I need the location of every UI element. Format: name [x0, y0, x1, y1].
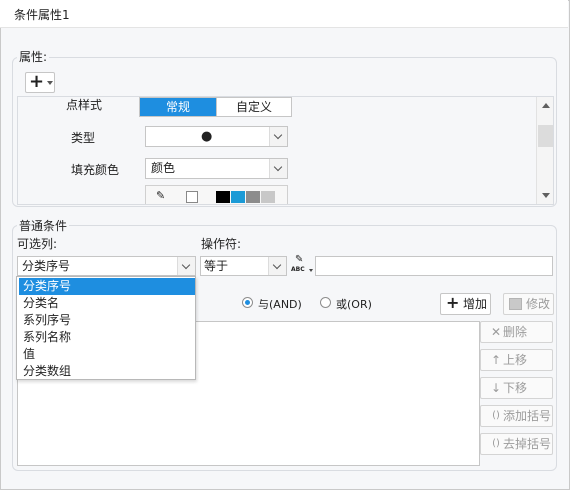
optional-columns-label: 可选列: — [17, 237, 58, 251]
formula-pen-icon: ✎ — [295, 254, 304, 265]
and-radio[interactable]: 与(AND) — [240, 294, 315, 312]
column-select-value: 分类序号 — [22, 259, 71, 273]
or-radio[interactable]: 或(OR) — [318, 294, 388, 312]
title-bar: 条件属性1 — [0, 0, 568, 28]
or-radio-indicator — [320, 297, 331, 308]
dropdown-option[interactable]: 系列名称 — [19, 329, 195, 346]
eyedropper-icon[interactable]: ✎ — [156, 190, 168, 202]
scroll-up-icon[interactable] — [542, 103, 550, 108]
color-palette: ✎ — [145, 185, 288, 204]
arrow-up-icon: ↑ — [490, 353, 502, 367]
delete-label: 删除 — [503, 325, 528, 339]
point-style-tabs: 常规 自定义 — [139, 97, 292, 117]
fill-color-label: 填充颜色 — [71, 163, 120, 177]
dropdown-option[interactable]: 系列序号 — [19, 312, 195, 329]
edit-icon — [509, 298, 522, 310]
remove-brackets-label: 去掉括号 — [503, 437, 552, 451]
chevron-down-icon — [177, 257, 195, 275]
vertical-scrollbar[interactable] — [536, 97, 553, 204]
operator-select-value: 等于 — [204, 259, 229, 273]
formula-icon-text: ABC — [291, 266, 305, 273]
type-label: 类型 — [71, 131, 96, 145]
and-radio-indicator — [242, 297, 253, 308]
properties-scroll-pane[interactable]: 点样式 常规 自定义 类型 ● 填充颜色 颜色 ✎ — [17, 96, 554, 205]
scroll-down-icon[interactable] — [542, 193, 550, 198]
move-up-label: 上移 — [503, 353, 528, 367]
dropdown-option[interactable]: 值 — [19, 346, 195, 363]
no-color-swatch[interactable] — [186, 191, 198, 203]
chevron-down-icon — [269, 127, 287, 146]
arrow-down-icon: ↓ — [490, 381, 502, 395]
dropdown-option[interactable]: 分类数组 — [19, 363, 195, 380]
dialog-title: 条件属性1 — [14, 8, 70, 22]
dot-marker-icon: ● — [201, 129, 213, 144]
delete-button[interactable]: ✕ 删除 — [480, 321, 553, 343]
color-swatch[interactable] — [246, 191, 260, 203]
and-radio-label: 与(AND) — [258, 298, 302, 311]
chevron-down-icon — [268, 257, 286, 275]
condition-value-input[interactable] — [315, 256, 553, 276]
remove-brackets-button[interactable]: () 去掉括号 — [480, 433, 553, 455]
dropdown-option[interactable]: 分类名 — [19, 295, 195, 312]
dropdown-option[interactable]: 分类序号 — [19, 278, 195, 295]
tab-custom[interactable]: 自定义 — [216, 98, 291, 116]
type-select[interactable]: ● — [145, 126, 288, 147]
add-condition-label: 增加 — [463, 297, 488, 311]
modify-condition-label: 修改 — [526, 297, 551, 311]
plus-icon: + — [446, 293, 460, 312]
add-property-dropdown[interactable]: + — [25, 71, 55, 93]
scroll-thumb[interactable] — [538, 125, 553, 147]
point-style-label: 点样式 — [66, 98, 103, 112]
modify-condition-button[interactable]: 修改 — [503, 293, 554, 315]
condition-group-label: 普通条件 — [17, 217, 70, 234]
tab-normal[interactable]: 常规 — [140, 98, 216, 116]
add-brackets-button[interactable]: () 添加括号 — [480, 405, 553, 427]
move-down-label: 下移 — [503, 381, 528, 395]
chevron-down-icon — [269, 159, 287, 178]
caret-down-icon — [47, 81, 53, 85]
move-up-button[interactable]: ↑ 上移 — [480, 349, 553, 371]
color-swatch[interactable] — [216, 191, 230, 203]
brackets-icon: () — [492, 410, 500, 421]
column-select[interactable]: 分类序号 — [17, 256, 196, 276]
fill-color-select[interactable]: 颜色 — [145, 158, 288, 179]
properties-group-label: 属性: — [17, 48, 50, 65]
move-down-button[interactable]: ↓ 下移 — [480, 377, 553, 399]
column-dropdown-list: 分类序号 分类名 系列序号 系列名称 值 分类数组 — [16, 276, 196, 380]
color-swatch[interactable] — [231, 191, 245, 203]
remove-brackets-icon: () — [492, 438, 500, 449]
color-swatch[interactable] — [261, 191, 275, 203]
operator-label: 操作符: — [201, 237, 242, 251]
plus-icon: + — [29, 71, 45, 92]
caret-down-icon — [309, 269, 313, 272]
or-radio-label: 或(OR) — [336, 298, 372, 311]
add-condition-button[interactable]: + 增加 — [440, 293, 491, 315]
operator-select[interactable]: 等于 — [200, 256, 287, 276]
add-brackets-label: 添加括号 — [503, 409, 552, 423]
fill-color-value: 颜色 — [151, 161, 176, 175]
formula-button[interactable]: ✎ ABC — [291, 255, 313, 277]
delete-icon: ✕ — [490, 325, 502, 339]
